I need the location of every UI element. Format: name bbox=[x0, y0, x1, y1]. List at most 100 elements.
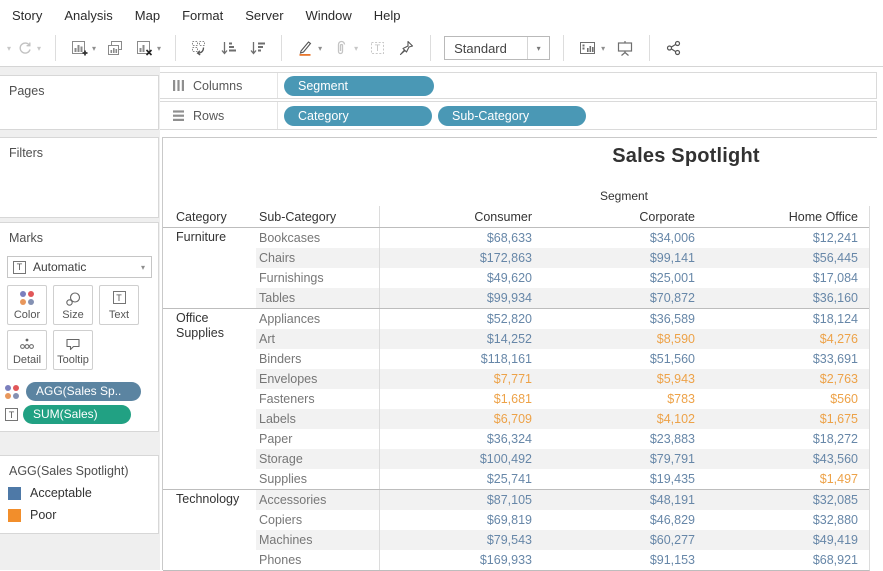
sales-value[interactable]: $68,921 bbox=[705, 550, 868, 570]
pin-button[interactable] bbox=[394, 37, 419, 59]
tooltip-button[interactable]: Tooltip bbox=[53, 330, 93, 370]
filters-shelf[interactable]: Filters bbox=[0, 137, 159, 218]
sales-value[interactable]: $36,160 bbox=[705, 288, 868, 308]
sales-value[interactable]: $68,633 bbox=[379, 228, 542, 248]
subcategory-label[interactable]: Art bbox=[256, 329, 379, 349]
sales-value[interactable]: $34,006 bbox=[542, 228, 705, 248]
sales-value[interactable]: $70,872 bbox=[542, 288, 705, 308]
clear-sheet-button[interactable]: ▾ bbox=[132, 37, 164, 59]
sales-value[interactable]: $32,085 bbox=[705, 490, 868, 510]
sales-value[interactable]: $48,191 bbox=[542, 490, 705, 510]
menu-help[interactable]: Help bbox=[374, 3, 413, 28]
sort-ascending-button[interactable] bbox=[216, 37, 241, 59]
sales-value[interactable]: $560 bbox=[705, 389, 868, 409]
sales-value[interactable]: $91,153 bbox=[542, 550, 705, 570]
subcategory-label[interactable]: Storage bbox=[256, 449, 379, 469]
subcategory-label[interactable]: Copiers bbox=[256, 510, 379, 530]
size-button[interactable]: Size bbox=[53, 285, 93, 325]
sales-value[interactable]: $14,252 bbox=[379, 329, 542, 349]
sales-value[interactable]: $56,445 bbox=[705, 248, 868, 268]
sales-value[interactable]: $49,419 bbox=[705, 530, 868, 550]
color-button[interactable]: Color bbox=[7, 285, 47, 325]
sales-value[interactable]: $46,829 bbox=[542, 510, 705, 530]
sales-value[interactable]: $8,590 bbox=[542, 329, 705, 349]
subcategory-label[interactable]: Accessories bbox=[256, 490, 379, 510]
menu-analysis[interactable]: Analysis bbox=[64, 3, 124, 28]
pill-segment[interactable]: Segment bbox=[284, 76, 434, 96]
category-label[interactable]: Office Supplies bbox=[176, 311, 254, 341]
swap-rows-columns-button[interactable] bbox=[187, 37, 212, 59]
menu-format[interactable]: Format bbox=[182, 3, 235, 28]
sales-value[interactable]: $1,681 bbox=[379, 389, 542, 409]
sales-value[interactable]: $5,943 bbox=[542, 369, 705, 389]
marks-pill-agg-sales-spotlight[interactable]: AGG(Sales Sp.. bbox=[26, 382, 141, 401]
pages-shelf[interactable]: Pages bbox=[0, 75, 159, 130]
sales-value[interactable]: $79,543 bbox=[379, 530, 542, 550]
subcategory-label[interactable]: Tables bbox=[256, 288, 379, 308]
subcategory-label[interactable]: Labels bbox=[256, 409, 379, 429]
subcategory-label[interactable]: Paper bbox=[256, 429, 379, 449]
subcategory-label[interactable]: Furnishings bbox=[256, 268, 379, 288]
legend-item-acceptable[interactable]: Acceptable bbox=[8, 486, 92, 500]
sales-value[interactable]: $25,741 bbox=[379, 469, 542, 489]
subcategory-label[interactable]: Envelopes bbox=[256, 369, 379, 389]
sales-value[interactable]: $52,820 bbox=[379, 309, 542, 329]
subcategory-label[interactable]: Appliances bbox=[256, 309, 379, 329]
subcategory-column-header[interactable]: Sub-Category bbox=[256, 206, 379, 227]
show-me-button[interactable]: ▾ bbox=[575, 37, 608, 59]
sales-value[interactable]: $4,276 bbox=[705, 329, 868, 349]
sales-value[interactable]: $87,105 bbox=[379, 490, 542, 510]
sales-value[interactable]: $118,161 bbox=[379, 349, 542, 369]
presentation-mode-button[interactable] bbox=[612, 37, 638, 59]
sales-value[interactable]: $69,819 bbox=[379, 510, 542, 530]
sales-value[interactable]: $49,620 bbox=[379, 268, 542, 288]
sales-value[interactable]: $25,001 bbox=[542, 268, 705, 288]
sheet-title[interactable]: Sales Spotlight bbox=[612, 145, 759, 168]
sort-descending-button[interactable] bbox=[245, 37, 270, 59]
sales-value[interactable]: $33,691 bbox=[705, 349, 868, 369]
sales-value[interactable]: $2,763 bbox=[705, 369, 868, 389]
sales-value[interactable]: $99,141 bbox=[542, 248, 705, 268]
chevron-down-icon[interactable]: ▾ bbox=[7, 44, 11, 53]
category-label[interactable]: Furniture bbox=[176, 230, 254, 245]
home-office-column-header[interactable]: Home Office bbox=[705, 206, 868, 227]
new-worksheet-button[interactable]: ▾ bbox=[67, 37, 99, 59]
menu-window[interactable]: Window bbox=[306, 3, 364, 28]
subcategory-label[interactable]: Phones bbox=[256, 550, 379, 570]
duplicate-sheet-button[interactable] bbox=[103, 37, 128, 59]
subcategory-label[interactable]: Fasteners bbox=[256, 389, 379, 409]
subcategory-label[interactable]: Binders bbox=[256, 349, 379, 369]
category-label[interactable]: Technology bbox=[176, 492, 254, 507]
subcategory-label[interactable]: Machines bbox=[256, 530, 379, 550]
corporate-column-header[interactable]: Corporate bbox=[542, 206, 705, 227]
marks-pill-sum-sales[interactable]: SUM(Sales) bbox=[23, 405, 131, 424]
sales-value[interactable]: $100,492 bbox=[379, 449, 542, 469]
sales-value[interactable]: $1,497 bbox=[705, 469, 868, 489]
sales-value[interactable]: $36,589 bbox=[542, 309, 705, 329]
sales-value[interactable]: $23,883 bbox=[542, 429, 705, 449]
sales-value[interactable]: $172,863 bbox=[379, 248, 542, 268]
menu-map[interactable]: Map bbox=[135, 3, 172, 28]
sales-value[interactable]: $43,560 bbox=[705, 449, 868, 469]
fit-mode-select[interactable]: Standard ▾ bbox=[444, 36, 550, 60]
sales-value[interactable]: $51,560 bbox=[542, 349, 705, 369]
sales-value[interactable]: $12,241 bbox=[705, 228, 868, 248]
sales-value[interactable]: $6,709 bbox=[379, 409, 542, 429]
columns-shelf[interactable]: Columns Segment bbox=[160, 72, 877, 99]
menu-server[interactable]: Server bbox=[245, 3, 295, 28]
sales-value[interactable]: $7,771 bbox=[379, 369, 542, 389]
pill-category[interactable]: Category bbox=[284, 106, 432, 126]
text-label-button[interactable]: T bbox=[365, 37, 390, 59]
group-members-button[interactable]: ▾ bbox=[329, 37, 361, 59]
highlight-button[interactable]: ▾ bbox=[293, 37, 325, 59]
rows-shelf[interactable]: Rows Category Sub-Category bbox=[160, 101, 877, 130]
sales-value[interactable]: $169,933 bbox=[379, 550, 542, 570]
sales-value[interactable]: $19,435 bbox=[542, 469, 705, 489]
pill-sub-category[interactable]: Sub-Category bbox=[438, 106, 586, 126]
consumer-column-header[interactable]: Consumer bbox=[379, 206, 542, 227]
subcategory-label[interactable]: Bookcases bbox=[256, 228, 379, 248]
sales-value[interactable]: $783 bbox=[542, 389, 705, 409]
sales-value[interactable]: $99,934 bbox=[379, 288, 542, 308]
sales-value[interactable]: $18,124 bbox=[705, 309, 868, 329]
segment-header[interactable]: Segment bbox=[379, 189, 869, 203]
